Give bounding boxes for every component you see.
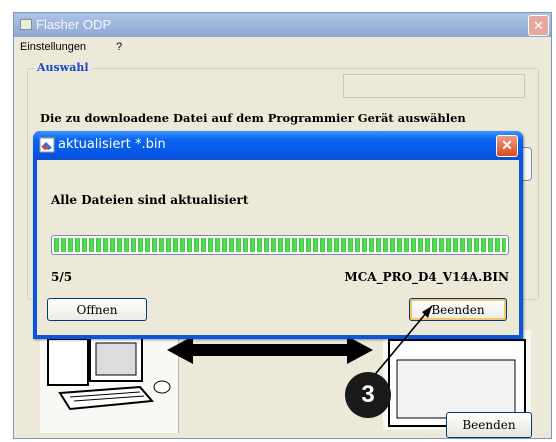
dialog-beenden-button[interactable]: Beenden xyxy=(409,298,507,321)
main-window-title: Flasher ODP xyxy=(36,17,112,32)
dialog-app-icon xyxy=(39,137,55,153)
menubar: Einstellungen ? xyxy=(14,37,551,57)
dialog-message: Alle Dateien sind aktualisiert xyxy=(51,193,249,207)
dialog-body: Alle Dateien sind aktualisiert 5/5 MCA_P… xyxy=(37,160,519,335)
status-field xyxy=(343,74,525,98)
dialog-title-bar: aktualisiert *.bin ✕ xyxy=(33,131,523,160)
current-filename: MCA_PRO_D4_V14A.BIN xyxy=(344,270,509,284)
progress-fill xyxy=(54,238,506,252)
menu-help[interactable]: ? xyxy=(116,41,122,53)
open-button[interactable]: Offnen xyxy=(47,298,147,321)
menu-einstellungen[interactable]: Einstellungen xyxy=(20,41,86,53)
file-count: 5/5 xyxy=(51,270,73,284)
computer-illustration xyxy=(40,335,179,433)
dialog-title: aktualisiert *.bin xyxy=(58,137,166,152)
progress-bar xyxy=(51,235,509,255)
app-icon xyxy=(20,19,32,30)
main-beenden-button[interactable]: Beenden xyxy=(446,412,532,438)
main-title-bar: Flasher ODP ✕ xyxy=(14,13,551,37)
group-label: Auswahl xyxy=(34,61,92,74)
callout-badge: 3 xyxy=(345,372,391,418)
update-dialog: aktualisiert *.bin ✕ Alle Dateien sind a… xyxy=(33,131,523,339)
instruction-text: Die zu downloadene Datei auf dem Program… xyxy=(40,111,466,125)
computer-icon xyxy=(47,336,171,411)
main-close-button[interactable]: ✕ xyxy=(528,15,549,36)
dialog-close-button[interactable]: ✕ xyxy=(496,135,518,157)
